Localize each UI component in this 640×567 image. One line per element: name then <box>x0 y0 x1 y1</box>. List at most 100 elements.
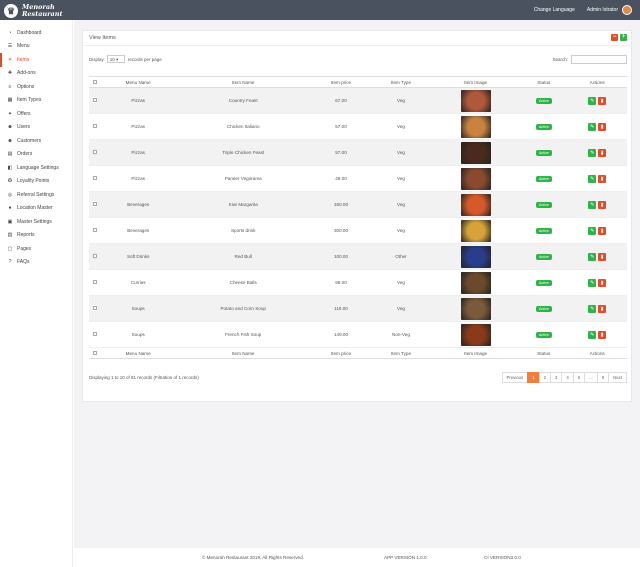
table-row: Beverages Sports drink 300.00 Veg Active ✎ ▮ <box>89 217 627 244</box>
sidebar-item-orders[interactable]: ▤ Orders <box>0 148 72 162</box>
sidebar-item-options[interactable]: ≡ Options <box>0 80 72 94</box>
sidebar-item-item-types[interactable]: ▦ Item Types <box>0 94 72 108</box>
column-header[interactable]: Item price <box>310 76 372 88</box>
sidebar-item-language-settings[interactable]: ◧ Language Settings <box>0 161 72 175</box>
row-checkbox[interactable] <box>92 228 97 232</box>
column-header[interactable]: Item Image <box>430 347 521 359</box>
delete-icon[interactable]: ▮ <box>598 278 607 287</box>
column-header[interactable]: Item Type <box>371 347 431 359</box>
edit-icon[interactable]: ✎ <box>588 200 597 209</box>
row-checkbox[interactable] <box>92 176 97 180</box>
collapse-button[interactable]: − <box>611 34 618 41</box>
sidebar-item-dashboard[interactable]: ◔ Dashboard <box>0 26 72 40</box>
edit-icon[interactable]: ✎ <box>588 278 597 287</box>
delete-icon[interactable]: ▮ <box>598 122 607 131</box>
edit-icon[interactable]: ✎ <box>588 304 597 313</box>
edit-icon[interactable]: ✎ <box>588 96 597 105</box>
row-checkbox[interactable] <box>92 150 97 154</box>
column-header[interactable]: Item Image <box>430 76 521 88</box>
status-badge: Active <box>535 201 552 208</box>
table-row: Soups French Fish Soup 149.00 Non-Veg Active… <box>89 321 627 348</box>
select-all-checkbox[interactable] <box>92 79 97 84</box>
page-size-select[interactable]: 10 ▾ <box>106 55 125 63</box>
cell-type: Veg <box>371 113 431 140</box>
sidebar-item-master-settings[interactable]: ▣ Master Settings <box>0 215 72 229</box>
column-header[interactable]: Item price <box>310 347 372 359</box>
edit-icon[interactable]: ✎ <box>588 330 597 339</box>
change-language-link[interactable]: Change Language <box>534 7 575 13</box>
column-header[interactable]: Item Type <box>371 76 431 88</box>
delete-icon[interactable]: ▮ <box>598 304 607 313</box>
column-header[interactable]: Menu Name <box>100 347 176 359</box>
row-checkbox[interactable] <box>92 124 97 128</box>
user-name: Admin Istrator <box>586 7 618 13</box>
edit-icon[interactable]: ✎ <box>588 226 597 235</box>
sidebar-item-pages[interactable]: ▢ Pages <box>0 242 72 256</box>
sidebar-item-offers[interactable]: ✦ Offers <box>0 107 72 121</box>
column-header[interactable]: Actions <box>567 347 627 359</box>
sidebar-item-items[interactable]: ✕ Items <box>0 53 72 67</box>
column-header[interactable]: Item Name <box>175 76 311 88</box>
plus-icon: ✚ <box>7 70 13 77</box>
sidebar-item-add-ons[interactable]: ✚ Add-ons <box>0 67 72 81</box>
search-input[interactable] <box>571 55 627 64</box>
sidebar-item-reports[interactable]: ▥ Reports <box>0 229 72 243</box>
cell-type: Veg <box>371 87 431 114</box>
add-item-button[interactable]: + <box>620 34 627 41</box>
edit-icon[interactable]: ✎ <box>588 174 597 183</box>
delete-icon[interactable]: ▮ <box>598 330 607 339</box>
delete-icon[interactable]: ▮ <box>598 226 607 235</box>
sidebar-item-referral-settings[interactable]: ◎ Referral Settings <box>0 188 72 202</box>
sidebar-item-loyality-points[interactable]: ✪ Loyality Points <box>0 175 72 189</box>
sidebar-item-faqs[interactable]: ? FAQs <box>0 256 72 270</box>
sidebar-item-customers[interactable]: ☻ Customers <box>0 134 72 148</box>
sidebar-item-label: Orders <box>17 151 33 158</box>
cell-menu: Pizzas <box>100 165 176 192</box>
sidebar-item-label: Menu <box>17 43 30 50</box>
delete-icon[interactable]: ▮ <box>598 174 607 183</box>
cell-type: Veg <box>371 269 431 296</box>
sidebar-item-users[interactable]: ☻ Users <box>0 121 72 135</box>
page-button[interactable]: ... <box>584 372 598 383</box>
edit-icon[interactable]: ✎ <box>588 252 597 261</box>
delete-icon[interactable]: ▮ <box>598 252 607 261</box>
users-icon: ☻ <box>7 124 13 131</box>
item-image <box>460 141 491 164</box>
column-header[interactable]: Status <box>520 347 568 359</box>
cell-type: Veg <box>371 139 431 166</box>
row-checkbox[interactable] <box>92 332 97 336</box>
edit-icon[interactable]: ✎ <box>588 122 597 131</box>
column-header[interactable]: Actions <box>567 76 627 88</box>
cell-menu: Soups <box>100 295 176 322</box>
user-menu[interactable]: Admin Istrator <box>587 5 632 15</box>
edit-icon[interactable]: ✎ <box>588 148 597 157</box>
table-row: Soft Drinks Red Bull 100.00 Other Active ✎ ▮ <box>89 243 627 270</box>
display-label: Display <box>89 56 104 62</box>
row-checkbox[interactable] <box>92 98 97 102</box>
table-row: Curries Cheese Balls 99.00 Veg Active ✎ ▮ <box>89 269 627 296</box>
cell-menu: Beverages <box>100 217 176 244</box>
row-checkbox[interactable] <box>92 280 97 284</box>
brand-logo[interactable]: ♛ Menorah Restaurant <box>4 2 74 19</box>
sidebar-item-label: Pages <box>17 245 32 252</box>
delete-icon[interactable]: ▮ <box>598 148 607 157</box>
row-checkbox[interactable] <box>92 306 97 310</box>
row-checkbox[interactable] <box>92 202 97 206</box>
column-header[interactable]: Menu Name <box>100 76 176 88</box>
cell-item: Red Bull <box>175 243 311 270</box>
previous-page-button[interactable]: Previous <box>501 372 529 383</box>
items-table: Menu Name Item Name Item price Item Type Ite… <box>89 76 627 359</box>
sidebar-item-menu[interactable]: ☰ Menu <box>0 40 72 54</box>
delete-icon[interactable]: ▮ <box>598 200 607 209</box>
delete-icon[interactable]: ▮ <box>598 96 607 105</box>
sidebar-item-location-master[interactable]: ● Location Master <box>0 202 72 216</box>
app-version: APP VERSION 1.0.0 <box>384 555 427 560</box>
next-page-button[interactable]: Next <box>608 372 627 383</box>
star-icon: ✪ <box>7 178 13 185</box>
column-header[interactable]: Status <box>520 76 568 88</box>
cell-type: Veg <box>371 217 431 244</box>
status-badge: Active <box>535 97 552 104</box>
select-all-checkbox[interactable] <box>92 350 97 355</box>
column-header[interactable]: Item Name <box>175 347 311 359</box>
row-checkbox[interactable] <box>92 254 97 258</box>
